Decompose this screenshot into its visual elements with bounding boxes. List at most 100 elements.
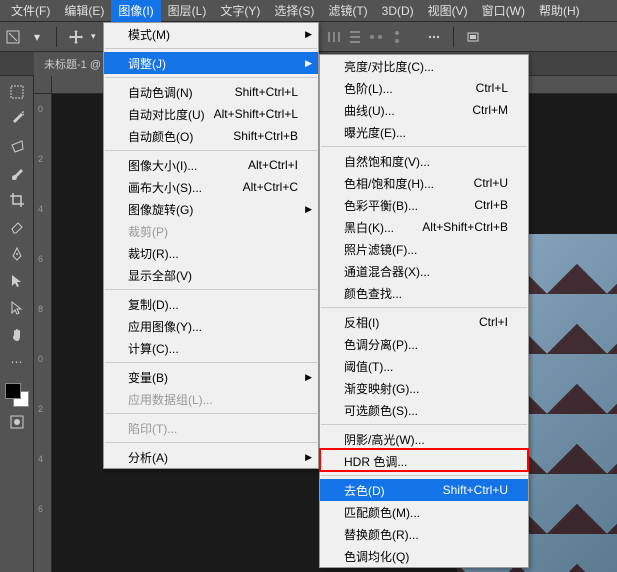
menu-item-label: 替换颜色(R)... xyxy=(344,526,419,543)
ruler-tick: 4 xyxy=(38,454,43,464)
hand-tool-icon[interactable] xyxy=(5,323,29,347)
ruler-tick: 6 xyxy=(38,504,43,514)
document-tab[interactable]: 未标题-1 @ xyxy=(34,52,111,76)
menu-help[interactable]: 帮助(H) xyxy=(532,0,587,22)
menu-view[interactable]: 视图(V) xyxy=(421,0,475,22)
menu-layer[interactable]: 图层(L) xyxy=(161,0,214,22)
menu-item-label: 色调均化(Q) xyxy=(344,548,409,565)
wand-tool-icon[interactable] xyxy=(5,107,29,131)
menu-item[interactable]: 自动颜色(O)Shift+Ctrl+B xyxy=(104,125,318,147)
menu-item[interactable]: 复制(D)... xyxy=(104,293,318,315)
menu-item[interactable]: 亮度/对比度(C)... xyxy=(320,55,528,77)
menu-item-label: 复制(D)... xyxy=(128,296,179,313)
menu-item[interactable]: 变量(B)▶ xyxy=(104,366,318,388)
menu-item-label: 阴影/高光(W)... xyxy=(344,431,425,448)
menu-item[interactable]: 阴影/高光(W)... xyxy=(320,428,528,450)
eraser-tool-icon[interactable] xyxy=(5,215,29,239)
menu-item[interactable]: 裁切(R)... xyxy=(104,242,318,264)
submenu-arrow-icon: ▶ xyxy=(305,58,312,69)
menu-item[interactable]: 去色(D)Shift+Ctrl+U xyxy=(320,479,528,501)
menu-item-label: 自然饱和度(V)... xyxy=(344,153,430,170)
menu-item-label: 通道混合器(X)... xyxy=(344,263,430,280)
crop-tool-icon[interactable] xyxy=(5,188,29,212)
menu-item-label: 应用图像(Y)... xyxy=(128,318,202,335)
menu-item[interactable]: 色彩平衡(B)...Ctrl+B xyxy=(320,194,528,216)
lasso-tool-icon[interactable] xyxy=(5,134,29,158)
pen-tool-icon[interactable] xyxy=(5,242,29,266)
menu-item[interactable]: 阈值(T)... xyxy=(320,355,528,377)
move-icon[interactable] xyxy=(67,28,85,46)
menu-item[interactable]: 自然饱和度(V)... xyxy=(320,150,528,172)
dropdown-icon[interactable]: ▾ xyxy=(91,31,96,42)
menu-item[interactable]: 色调均化(Q) xyxy=(320,545,528,567)
menu-item[interactable]: 黑白(K)...Alt+Shift+Ctrl+B xyxy=(320,216,528,238)
menu-item[interactable]: HDR 色调... xyxy=(320,450,528,472)
menu-3d[interactable]: 3D(D) xyxy=(375,1,421,21)
distribute-icon[interactable] xyxy=(345,28,365,46)
menu-item[interactable]: 替换颜色(R)... xyxy=(320,523,528,545)
menu-item[interactable]: 通道混合器(X)... xyxy=(320,260,528,282)
quickmask-icon[interactable] xyxy=(5,410,29,434)
tool-preset-icon[interactable] xyxy=(4,28,22,46)
ruler-tick: 8 xyxy=(38,304,43,314)
menu-item-label: 色彩平衡(B)... xyxy=(344,197,418,214)
menu-item[interactable]: 曝光度(E)... xyxy=(320,121,528,143)
menu-item-shortcut: Ctrl+L xyxy=(476,81,508,95)
distribute-icon[interactable] xyxy=(387,28,407,46)
menu-item[interactable]: 计算(C)... xyxy=(104,337,318,359)
menu-item[interactable]: 照片滤镜(F)... xyxy=(320,238,528,260)
menu-item[interactable]: 色调分离(P)... xyxy=(320,333,528,355)
mode-icon[interactable] xyxy=(464,28,482,46)
menu-edit[interactable]: 编辑(E) xyxy=(57,0,111,22)
menu-item[interactable]: 颜色查找... xyxy=(320,282,528,304)
menu-select[interactable]: 选择(S) xyxy=(267,0,321,22)
menu-separator xyxy=(105,48,317,49)
menu-image[interactable]: 图像(I) xyxy=(111,0,160,22)
ruler-vertical[interactable]: 0 2 4 6 8 0 2 4 6 xyxy=(34,94,52,572)
distribute-group xyxy=(324,28,407,46)
path-select-tool-icon[interactable] xyxy=(5,269,29,293)
menu-item[interactable]: 应用图像(Y)... xyxy=(104,315,318,337)
distribute-icon[interactable] xyxy=(366,28,386,46)
menu-item[interactable]: 可选颜色(S)... xyxy=(320,399,528,421)
menu-item[interactable]: 渐变映射(G)... xyxy=(320,377,528,399)
menu-item-label: 反相(I) xyxy=(344,314,379,331)
menu-item[interactable]: 画布大小(S)...Alt+Ctrl+C xyxy=(104,176,318,198)
ruler-tick: 0 xyxy=(38,354,43,364)
menu-item-label: 裁切(R)... xyxy=(128,245,179,262)
menu-item[interactable]: 显示全部(V) xyxy=(104,264,318,286)
menu-item[interactable]: 自动对比度(U)Alt+Shift+Ctrl+L xyxy=(104,103,318,125)
menu-window[interactable]: 窗口(W) xyxy=(475,0,532,22)
menu-item-label: 模式(M) xyxy=(128,26,170,43)
menu-item[interactable]: 自动色调(N)Shift+Ctrl+L xyxy=(104,81,318,103)
submenu-arrow-icon: ▶ xyxy=(305,372,312,383)
menu-file[interactable]: 文件(F) xyxy=(4,0,57,22)
document-title: 未标题-1 @ xyxy=(44,56,101,72)
color-swatch[interactable] xyxy=(5,383,29,407)
more-icon[interactable] xyxy=(425,28,443,46)
more-tools-icon[interactable]: ⋯ xyxy=(5,350,29,374)
menu-item[interactable]: 调整(J)▶ xyxy=(104,52,318,74)
menu-item-label: 应用数据组(L)... xyxy=(128,391,213,408)
menu-item[interactable]: 图像旋转(G)▶ xyxy=(104,198,318,220)
menu-item-label: 色调分离(P)... xyxy=(344,336,418,353)
menu-item-label: 图像旋转(G) xyxy=(128,201,193,218)
menu-filter[interactable]: 滤镜(T) xyxy=(321,0,374,22)
menu-item[interactable]: 反相(I)Ctrl+I xyxy=(320,311,528,333)
foreground-color[interactable] xyxy=(5,383,21,399)
menu-item[interactable]: 分析(A)▶ xyxy=(104,446,318,468)
dropdown-icon[interactable]: ▾ xyxy=(28,28,46,46)
marquee-tool-icon[interactable] xyxy=(5,80,29,104)
menu-item-shortcut: Shift+Ctrl+B xyxy=(233,129,298,143)
distribute-icon[interactable] xyxy=(324,28,344,46)
menu-type[interactable]: 文字(Y) xyxy=(213,0,267,22)
menu-item[interactable]: 曲线(U)...Ctrl+M xyxy=(320,99,528,121)
menu-item[interactable]: 匹配颜色(M)... xyxy=(320,501,528,523)
menu-item[interactable]: 图像大小(I)...Alt+Ctrl+I xyxy=(104,154,318,176)
menu-item[interactable]: 色阶(L)...Ctrl+L xyxy=(320,77,528,99)
move-tool-icon[interactable] xyxy=(5,296,29,320)
menu-item[interactable]: 色相/饱和度(H)...Ctrl+U xyxy=(320,172,528,194)
brush-tool-icon[interactable] xyxy=(5,161,29,185)
submenu-arrow-icon: ▶ xyxy=(305,452,312,463)
menu-item[interactable]: 模式(M)▶ xyxy=(104,23,318,45)
